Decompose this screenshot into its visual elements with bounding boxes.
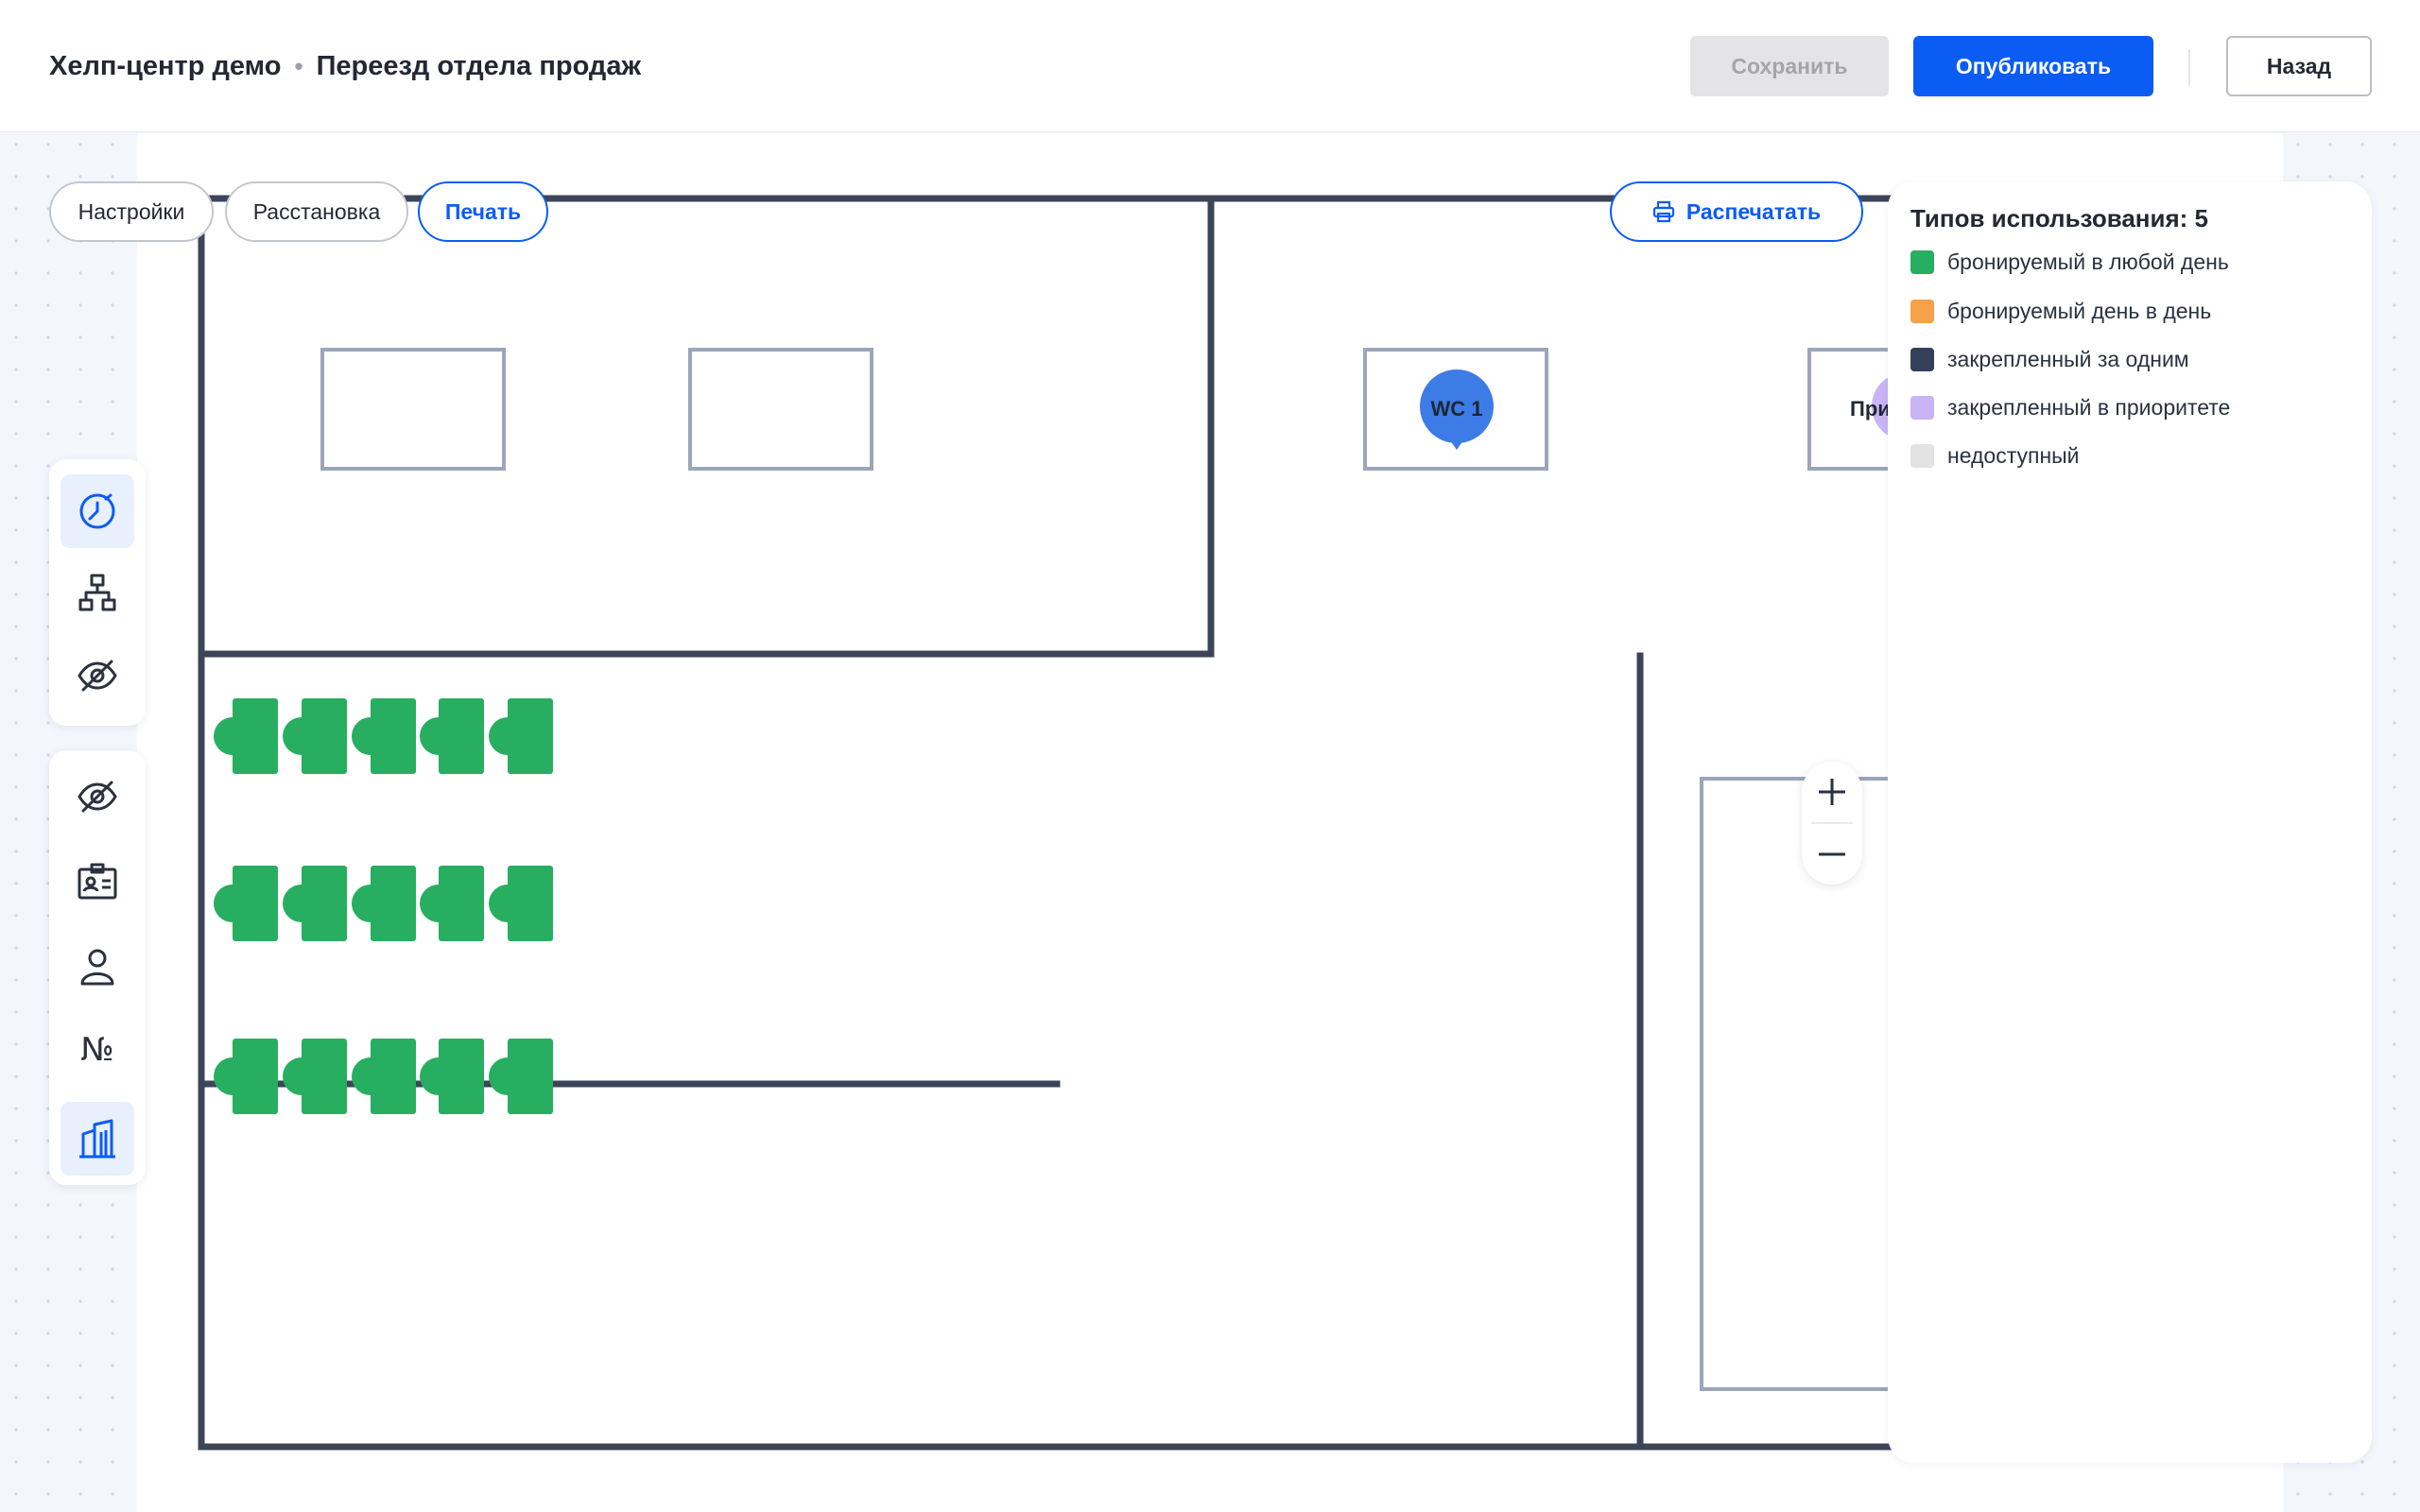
clock-icon — [79, 493, 115, 529]
desk[interactable] — [233, 698, 278, 774]
legend-label: недоступный — [1947, 442, 2080, 468]
tool-hide-layer[interactable] — [60, 760, 134, 833]
print-button[interactable]: Распечатать — [1610, 181, 1863, 242]
tool-person[interactable] — [60, 930, 134, 1004]
page-title: Хелп-центр демо • Переезд отдела продаж — [49, 45, 641, 87]
tool-clock[interactable] — [60, 474, 134, 548]
tool-hierarchy[interactable] — [60, 556, 134, 629]
desk-chair[interactable] — [489, 717, 508, 755]
svg-text:№: № — [80, 1031, 113, 1069]
desk-chair[interactable] — [283, 885, 302, 922]
layers-toolbar: № — [49, 750, 146, 1185]
desk-chair[interactable] — [283, 717, 302, 755]
tool-building[interactable] — [60, 1102, 134, 1176]
plus-icon — [1819, 779, 1845, 805]
desk-chair[interactable] — [420, 885, 439, 922]
person-icon — [80, 949, 114, 986]
desk[interactable] — [371, 866, 416, 941]
legend-swatch — [1910, 299, 1934, 323]
header-divider — [2188, 49, 2190, 85]
legend-label: бронируемый день в день — [1947, 298, 2212, 323]
desk[interactable] — [508, 698, 553, 774]
legend-item: закрепленный за одним — [1910, 345, 2189, 373]
legend-item: бронируемый в любой день — [1910, 248, 2229, 276]
legend-item: бронируемый день в день — [1910, 297, 2211, 325]
zoom-divider — [1811, 822, 1853, 824]
legend-label: закрепленный в приоритете — [1947, 394, 2231, 420]
zoom-out-button[interactable] — [1802, 826, 1862, 883]
desk[interactable] — [302, 866, 347, 941]
desk[interactable] — [439, 698, 484, 774]
desk-chair[interactable] — [214, 885, 233, 922]
desk-chair[interactable] — [214, 717, 233, 755]
desk[interactable] — [302, 698, 347, 774]
number-icon: № — [80, 1031, 113, 1069]
room — [688, 348, 873, 471]
building-icon — [79, 1119, 115, 1159]
legend-swatch — [1910, 347, 1934, 371]
eye-off-icon — [78, 660, 117, 692]
hierarchy-icon — [78, 574, 116, 611]
legend-label: бронируемый в любой день — [1947, 249, 2229, 274]
org-name: Хелп-центр демо — [49, 50, 282, 81]
id-badge-icon — [78, 863, 117, 900]
tab-settings[interactable]: Настройки — [49, 181, 214, 242]
desk-chair[interactable] — [352, 717, 371, 755]
desk-chair[interactable] — [352, 885, 371, 922]
room — [320, 348, 506, 471]
desk[interactable] — [371, 698, 416, 774]
desk[interactable] — [508, 1039, 553, 1114]
legend-item: недоступный — [1910, 441, 2080, 470]
minus-icon — [1819, 852, 1845, 856]
marker-label: При — [1850, 397, 1891, 421]
legend-title: Типов использования: 5 — [1910, 204, 2209, 232]
desk[interactable] — [371, 1039, 416, 1114]
view-toolbar — [49, 459, 146, 726]
tab-print[interactable]: Печать — [418, 181, 548, 242]
desk-chair[interactable] — [214, 1057, 233, 1095]
zoom-in-button[interactable] — [1802, 764, 1862, 820]
print-button-label: Распечатать — [1685, 198, 1822, 224]
desk-chair[interactable] — [352, 1057, 371, 1095]
desk-chair[interactable] — [420, 1057, 439, 1095]
legend-item: закрепленный в приоритете — [1910, 393, 2230, 421]
publish-button[interactable]: Опубликовать — [1913, 36, 2153, 96]
desk[interactable] — [302, 1039, 347, 1114]
tab-layout[interactable]: Расстановка — [225, 181, 408, 242]
desk-chair[interactable] — [420, 717, 439, 755]
desk-chair[interactable] — [489, 885, 508, 922]
desk-chair[interactable] — [489, 1057, 508, 1095]
desk[interactable] — [233, 1039, 278, 1114]
legend-swatch — [1910, 249, 1934, 274]
top-header: Хелп-центр демо • Переезд отдела продаж … — [0, 0, 2420, 132]
marker-label: WC 1 — [1431, 397, 1483, 421]
eye-off-icon — [78, 781, 117, 813]
legend-swatch — [1910, 395, 1934, 420]
back-button[interactable]: Назад — [2226, 36, 2372, 96]
desk[interactable] — [439, 1039, 484, 1114]
desk[interactable] — [439, 866, 484, 941]
zoom-control — [1802, 762, 1862, 885]
desk-chair[interactable] — [283, 1057, 302, 1095]
legend-label: закрепленный за одним — [1947, 346, 2189, 371]
save-button[interactable]: Сохранить — [1690, 36, 1889, 96]
tool-hide[interactable] — [60, 639, 134, 713]
title-separator: • — [294, 51, 303, 80]
desk-group — [214, 698, 553, 1114]
desk[interactable] — [508, 866, 553, 941]
legend-panel: Типов использования: 5 бронируемый в люб… — [1888, 181, 2372, 1463]
project-name: Переезд отдела продаж — [316, 50, 642, 81]
tool-number[interactable]: № — [60, 1013, 134, 1087]
tool-badge[interactable] — [60, 845, 134, 919]
legend-swatch — [1910, 443, 1934, 468]
printer-icon — [1652, 200, 1674, 223]
desk[interactable] — [233, 866, 278, 941]
